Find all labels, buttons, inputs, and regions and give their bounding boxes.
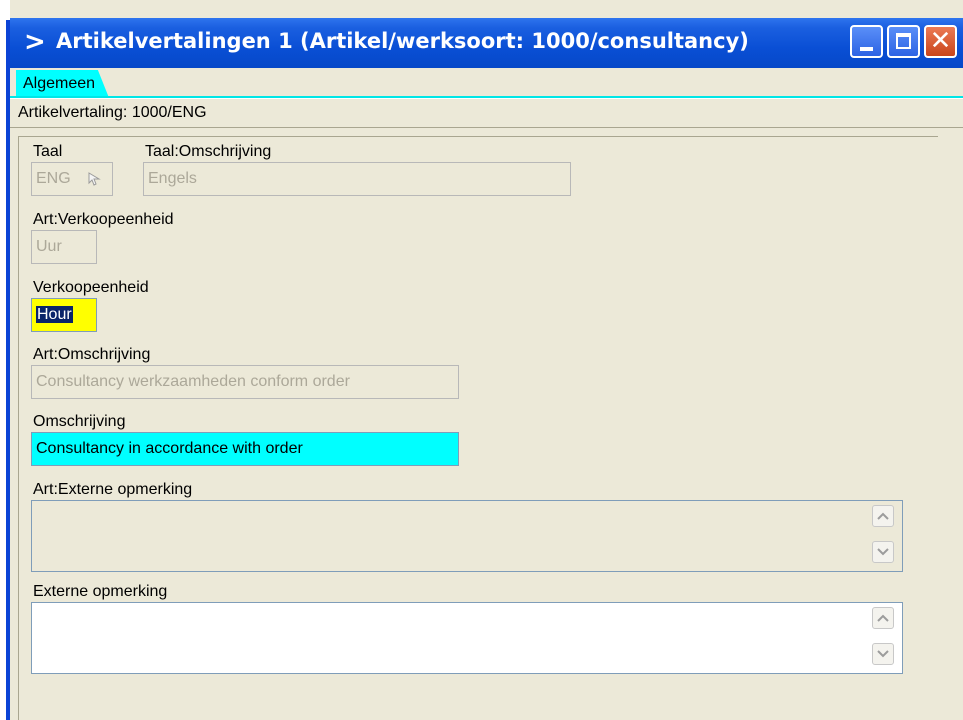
art-externe-opmerking-label: Art:Externe opmerking [33, 481, 193, 498]
scroll-down-icon [877, 548, 889, 556]
verkoopeenheid-value: Hour [36, 306, 73, 323]
maximize-button[interactable] [887, 25, 920, 58]
art-omschrijving-field[interactable]: Consultancy werkzaamheden conform order [31, 365, 459, 399]
scroll-up-icon [877, 512, 889, 520]
taal-field[interactable]: ENG [31, 162, 113, 196]
scroll-down-button[interactable] [872, 643, 894, 665]
art-externe-opmerking-field[interactable] [31, 500, 903, 572]
taal-value: ENG [36, 170, 71, 187]
tab-strip: Algemeen [10, 68, 963, 98]
taal-omschrijving-field[interactable]: Engels [143, 162, 571, 196]
maximize-icon [896, 33, 911, 49]
minimize-icon [860, 47, 873, 51]
art-verkoopeenheid-field[interactable]: Uur [31, 230, 97, 264]
title-bar[interactable]: > Artikelvertalingen 1 (Artikel/werksoor… [10, 18, 963, 68]
omschrijving-label: Omschrijving [33, 413, 126, 430]
close-button[interactable]: ✕ [924, 25, 957, 58]
verkoopeenheid-input[interactable]: Hour [31, 298, 97, 332]
tab-algemeen[interactable]: Algemeen [16, 70, 110, 98]
scroll-up-icon [877, 614, 889, 622]
close-icon: ✕ [929, 26, 952, 56]
window: > Artikelvertalingen 1 (Artikel/werksoor… [0, 0, 963, 720]
minimize-button[interactable] [850, 25, 883, 58]
taal-label: Taal [33, 143, 63, 160]
app-logo-icon: > [24, 27, 46, 57]
verkoopeenheid-label: Verkoopeenheid [33, 279, 149, 296]
lookup-arrow-icon[interactable] [86, 170, 104, 188]
window-title: Artikelvertalingen 1 (Artikel/werksoort:… [56, 29, 749, 53]
scroll-down-button[interactable] [872, 541, 894, 563]
omschrijving-input[interactable]: Consultancy in accordance with order [31, 432, 459, 466]
taal-omschrijving-label: Taal:Omschrijving [145, 143, 272, 160]
art-omschrijving-label: Art:Omschrijving [33, 346, 151, 363]
scroll-down-icon [877, 650, 889, 658]
scroll-up-button[interactable] [872, 607, 894, 629]
form-panel: Taal ENG Taal:Omschrijving Engels Art:Ve… [18, 136, 938, 720]
record-header: Artikelvertaling: 1000/ENG [10, 98, 963, 128]
externe-opmerking-label: Externe opmerking [33, 583, 168, 600]
scroll-up-button[interactable] [872, 505, 894, 527]
externe-opmerking-input[interactable] [31, 602, 903, 674]
art-verkoopeenheid-label: Art:Verkoopeenheid [33, 211, 174, 228]
